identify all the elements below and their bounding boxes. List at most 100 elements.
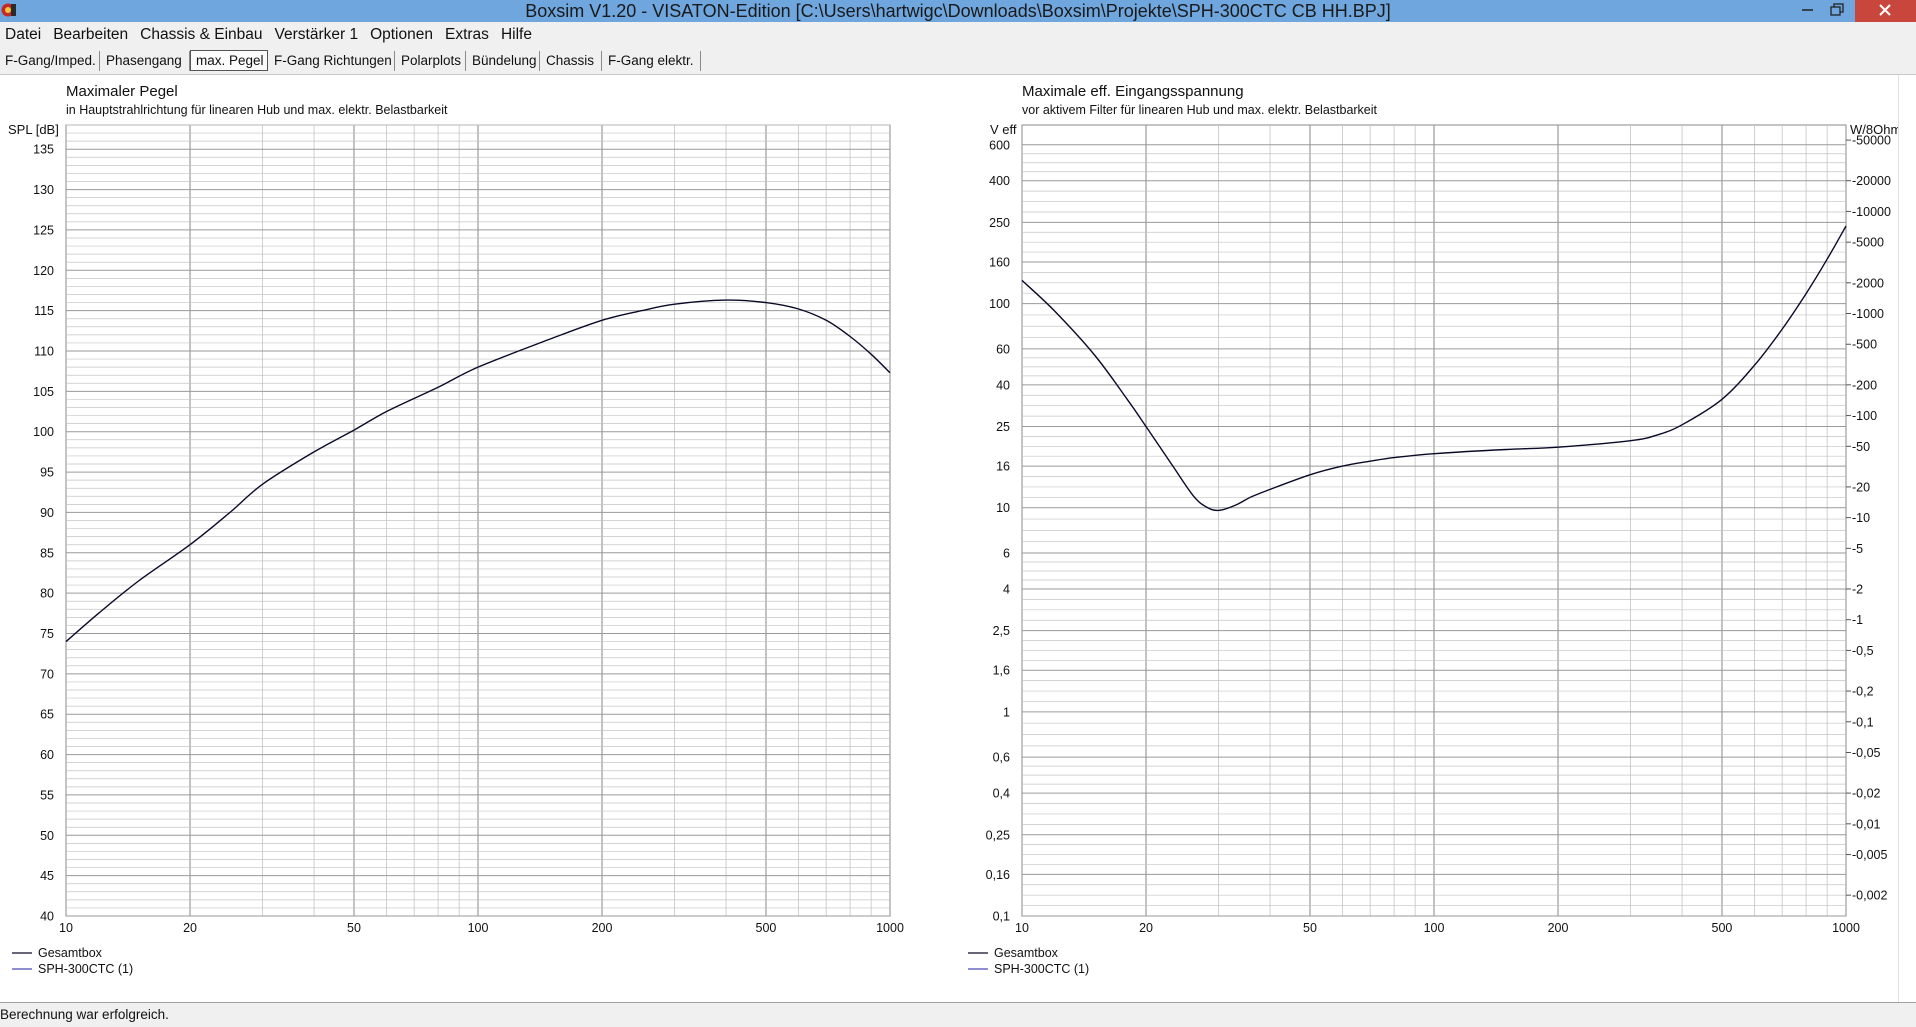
chart1-tick-labels: 40 45 50 55 60 65 70 75 80 85 90 95 100 105 110 115 120 1… — [33, 143, 904, 935]
x-tick-label: 50 — [347, 921, 361, 935]
y-tick-label: 0,6 — [993, 751, 1010, 765]
y-tick-label: 50 — [40, 829, 54, 843]
y-tick-label: 10 — [996, 501, 1010, 515]
menu-chassis-einbau[interactable]: Chassis & Einbau — [135, 22, 269, 48]
y-tick-label: 0,4 — [993, 787, 1010, 801]
chart1-legend: Gesamtbox SPH-300CTC (1) — [12, 946, 133, 976]
x-tick-label: 200 — [592, 921, 613, 935]
status-text: Berechnung war erfolgreich. — [0, 1007, 169, 1022]
y2-tick-label: -20000 — [1852, 174, 1891, 188]
y-tick-label: 125 — [33, 223, 54, 237]
maximize-button[interactable] — [1818, 0, 1858, 22]
y2-tick-label: -20 — [1852, 480, 1870, 494]
y-tick-label: 75 — [40, 627, 54, 641]
tab-max-pegel[interactable]: max. Pegel — [190, 50, 268, 71]
y-tick-label: 135 — [33, 143, 54, 157]
y2-tick-label: -0,02 — [1852, 787, 1881, 801]
y-tick-label: 55 — [40, 788, 54, 802]
y-tick-label: 600 — [989, 138, 1010, 152]
y-tick-label: 100 — [33, 425, 54, 439]
menu-extras[interactable]: Extras — [440, 22, 496, 48]
y2-tick-label: -0,01 — [1852, 817, 1881, 831]
menu-hilfe[interactable]: Hilfe — [496, 22, 539, 48]
x-tick-label: 20 — [1139, 921, 1153, 935]
y-tick-label: 85 — [40, 546, 54, 560]
x-tick-label: 100 — [1424, 921, 1445, 935]
tab-fgang-imped[interactable]: F-Gang/Imped. — [0, 51, 100, 71]
chart2-legend-gesamtbox: Gesamtbox — [994, 946, 1059, 960]
x-tick-label: 1000 — [876, 921, 904, 935]
y-tick-label: 0,1 — [993, 910, 1010, 924]
y-tick-label: 250 — [989, 216, 1010, 230]
window-title: Boxsim V1.20 - VISATON-Edition [C:\Users… — [525, 1, 1391, 21]
y-tick-label: 110 — [34, 345, 54, 359]
vertical-scrollbar[interactable] — [1898, 75, 1916, 1002]
tab-buendelung[interactable]: Bündelung — [467, 51, 540, 71]
x-tick-label: 10 — [59, 921, 73, 935]
chart2-ylabel: V eff — [990, 122, 1017, 137]
chart1-ylabel: SPL [dB] — [8, 122, 59, 137]
y2-tick-label: -50000 — [1852, 134, 1891, 148]
close-button[interactable] — [1855, 0, 1916, 22]
y2-tick-label: -0,05 — [1852, 746, 1881, 760]
y2-tick-label: -500 — [1852, 338, 1877, 352]
menu-datei[interactable]: Datei — [0, 22, 48, 48]
chart2-legend-sph300ctc: SPH-300CTC (1) — [994, 962, 1089, 976]
menu-verstaerker[interactable]: Verstärker 1 — [270, 22, 366, 48]
y-tick-label: 70 — [40, 667, 54, 681]
tab-chassis[interactable]: Chassis — [541, 51, 602, 71]
y2-tick-label: -2 — [1852, 582, 1863, 596]
y2-tick-label: -1 — [1852, 613, 1863, 627]
y2-tick-label: -0,5 — [1852, 644, 1874, 658]
y-tick-label: 60 — [996, 342, 1010, 356]
y-tick-label: 130 — [33, 183, 54, 197]
y2-tick-label: -5 — [1852, 542, 1863, 556]
x-tick-label: 500 — [1712, 921, 1733, 935]
y-tick-label: 0,25 — [986, 828, 1010, 842]
chart2-legend: Gesamtbox SPH-300CTC (1) — [968, 946, 1089, 976]
chart1-title: Maximaler Pegel — [66, 83, 178, 100]
y-tick-label: 4 — [1003, 582, 1010, 596]
tab-fgang-elektr[interactable]: F-Gang elektr. — [603, 51, 701, 71]
y-tick-label: 25 — [996, 420, 1010, 434]
y-tick-label: 40 — [40, 910, 54, 924]
chart2-title: Maximale eff. Eingangsspannung — [1022, 83, 1244, 100]
y2-tick-label: -1000 — [1852, 307, 1884, 321]
x-tick-label: 500 — [756, 921, 777, 935]
y2-tick-label: -0,005 — [1852, 848, 1887, 862]
y-tick-label: 100 — [989, 297, 1010, 311]
tab-polarplots[interactable]: Polarplots — [396, 51, 466, 71]
title-bar: Boxsim V1.20 - VISATON-Edition [C:\Users… — [0, 0, 1916, 22]
x-tick-label: 10 — [1015, 921, 1029, 935]
y2-tick-label: -0,002 — [1852, 889, 1887, 903]
chart2-tick-labels: 0,1 0,16 0,25 0,4 0,6 1 1,6 2,5 4 6 10 16 25 40 60 100 1… — [986, 134, 1891, 935]
y-tick-label: 105 — [33, 385, 54, 399]
y2-tick-label: -0,2 — [1852, 685, 1874, 699]
y-tick-label: 90 — [40, 506, 54, 520]
y-tick-label: 1 — [1003, 705, 1010, 719]
y-tick-label: 400 — [989, 174, 1010, 188]
x-tick-label: 200 — [1548, 921, 1569, 935]
menu-bearbeiten[interactable]: Bearbeiten — [48, 22, 135, 48]
maximize-icon — [1830, 3, 1844, 16]
close-icon — [1879, 4, 1891, 16]
y2-tick-label: -50 — [1852, 440, 1870, 454]
y-tick-label: 95 — [40, 466, 54, 480]
menu-optionen[interactable]: Optionen — [365, 22, 440, 48]
chart2-grid — [1021, 124, 1847, 917]
y2-tick-label: -10000 — [1852, 205, 1891, 219]
y-tick-label: 16 — [996, 460, 1010, 474]
tab-phasengang[interactable]: Phasengang — [101, 51, 190, 71]
tab-bar: F-Gang/Imped. Phasengang max. Pegel F-Ga… — [0, 48, 1916, 75]
chart1-grid — [65, 124, 891, 917]
y2-tick-label: -0,1 — [1852, 715, 1874, 729]
y2-tick-label: -5000 — [1852, 236, 1884, 250]
y-tick-label: 160 — [989, 255, 1010, 269]
y-tick-label: 60 — [40, 748, 54, 762]
x-tick-label: 50 — [1303, 921, 1317, 935]
y-tick-label: 6 — [1003, 547, 1010, 561]
y-tick-label: 40 — [996, 378, 1010, 392]
y2-tick-label: -2000 — [1852, 276, 1884, 290]
tab-fgang-richtungen[interactable]: F-Gang Richtungen — [269, 51, 395, 71]
y2-tick-label: -100 — [1852, 409, 1877, 423]
